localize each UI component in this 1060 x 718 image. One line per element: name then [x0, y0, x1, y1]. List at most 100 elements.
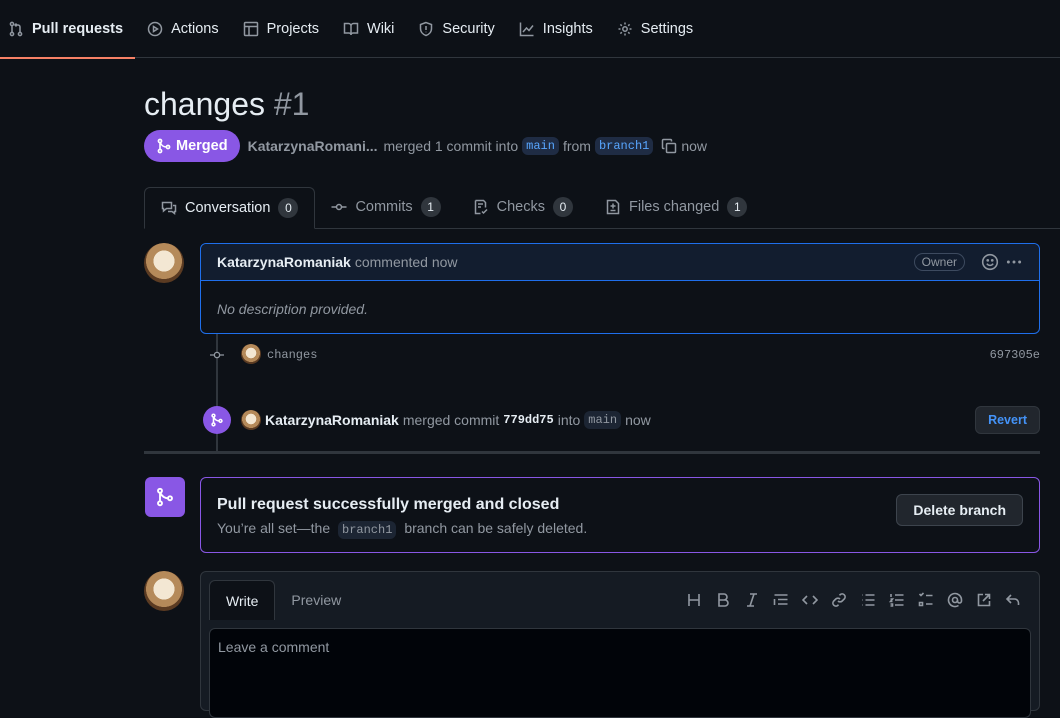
- nav-settings[interactable]: Settings: [617, 0, 705, 58]
- merge-target-branch[interactable]: main: [584, 411, 622, 429]
- tab-files-changed[interactable]: Files changed 1: [589, 186, 763, 228]
- pr-title: changes #1: [144, 86, 309, 123]
- nav-label: Insights: [542, 20, 593, 37]
- avatar[interactable]: [241, 344, 261, 364]
- tab-label: Commits: [355, 199, 413, 215]
- unordered-list-icon[interactable]: [858, 590, 878, 610]
- nav-actions[interactable]: Actions: [147, 0, 231, 58]
- checklist-icon: [474, 199, 488, 215]
- git-merge-icon: [203, 406, 231, 434]
- nav-label: Projects: [266, 20, 320, 37]
- tab-preview[interactable]: Preview: [275, 580, 357, 620]
- bold-icon[interactable]: [713, 590, 733, 610]
- play-icon: [147, 21, 163, 36]
- timeline-divider: [144, 451, 1040, 454]
- mention-icon[interactable]: [945, 590, 965, 610]
- git-commit-icon: [210, 351, 224, 359]
- commit-sha-link[interactable]: 697305e: [990, 348, 1040, 362]
- link-icon[interactable]: [829, 590, 849, 610]
- head-branch[interactable]: branch1: [594, 137, 654, 155]
- tab-counter: 0: [553, 197, 573, 217]
- pr-summary: merged 1 commit into: [383, 138, 519, 154]
- avatar[interactable]: [144, 571, 184, 611]
- gear-icon: [618, 22, 632, 35]
- tab-conversation[interactable]: Conversation 0: [144, 187, 316, 229]
- shield-icon: [420, 21, 433, 36]
- italic-icon[interactable]: [742, 590, 762, 610]
- git-merge-icon: [157, 138, 171, 154]
- heading-icon[interactable]: [684, 590, 704, 610]
- pr-meta: Merged KatarzynaRomani... merged 1 commi…: [144, 130, 707, 162]
- merge-sub-pre: You’re all set—the: [217, 520, 331, 536]
- graph-icon: [519, 22, 534, 36]
- pr-time: now: [681, 138, 708, 154]
- tab-checks[interactable]: Checks 0: [457, 186, 589, 228]
- git-pull-request-icon: [9, 21, 23, 36]
- pr-description-comment: KatarzynaRomaniak commented now Owner No…: [200, 243, 1040, 334]
- comment-body: No description provided.: [217, 301, 368, 317]
- nav-label: Wiki: [367, 20, 395, 37]
- tab-commits[interactable]: Commits 1: [315, 186, 456, 228]
- comment-discussion-icon: [161, 201, 177, 216]
- comment-editor: Write Preview Leave a comment: [200, 571, 1040, 718]
- tab-counter: 0: [278, 198, 299, 218]
- merged-branch[interactable]: branch1: [338, 521, 397, 539]
- nav-insights[interactable]: Insights: [519, 0, 605, 58]
- tab-label: Files changed: [629, 199, 720, 215]
- from-word: from: [562, 138, 591, 154]
- pr-number: #1: [273, 86, 310, 122]
- tab-counter: 1: [727, 197, 748, 217]
- table-icon: [243, 21, 258, 36]
- nav-security[interactable]: Security: [418, 0, 506, 58]
- merge-status-box: Pull request successfully merged and clo…: [200, 477, 1040, 553]
- avatar[interactable]: [241, 410, 261, 430]
- kebab-horizontal-icon[interactable]: [1005, 253, 1023, 271]
- nav-pull-requests[interactable]: Pull requests: [0, 0, 136, 59]
- copy-icon[interactable]: [661, 138, 677, 154]
- tasklist-icon[interactable]: [916, 590, 936, 610]
- delete-branch-button[interactable]: Delete branch: [896, 494, 1023, 526]
- merge-time: now: [625, 412, 651, 428]
- nav-wiki[interactable]: Wiki: [343, 0, 406, 58]
- state-label: Merged: [176, 138, 228, 154]
- avatar[interactable]: [144, 243, 184, 283]
- nav-label: Settings: [640, 20, 694, 37]
- quote-icon[interactable]: [771, 590, 791, 610]
- comment-author[interactable]: KatarzynaRomaniak: [217, 254, 351, 270]
- nav-label: Actions: [171, 20, 219, 37]
- pr-title-text: changes: [144, 86, 265, 122]
- comment-header: KatarzynaRomaniak commented now Owner: [201, 244, 1039, 281]
- merge-author-link[interactable]: KatarzynaRomaniak: [265, 412, 399, 428]
- comment-textarea[interactable]: Leave a comment: [209, 628, 1031, 718]
- reply-icon[interactable]: [1003, 590, 1023, 610]
- tab-label: Conversation: [185, 200, 271, 216]
- state-badge: Merged: [144, 130, 240, 162]
- merge-commit-sha[interactable]: 779dd75: [503, 413, 553, 427]
- ordered-list-icon[interactable]: [887, 590, 907, 610]
- repo-nav: Pull requests Actions Projects Wiki Secu…: [0, 0, 1060, 59]
- timeline-merge-event: KatarzynaRomaniak merged commit 779dd75 …: [203, 405, 1040, 435]
- markdown-toolbar: [675, 590, 1023, 610]
- editor-tabs: Write Preview: [209, 580, 357, 620]
- tab-label: Checks: [496, 199, 545, 215]
- merge-sub-post: branch can be safely deleted.: [404, 520, 588, 536]
- code-icon[interactable]: [800, 590, 820, 610]
- pr-tabs: Conversation 0 Commits 1 Checks 0 Files …: [144, 187, 1060, 229]
- tab-counter: 1: [420, 197, 441, 217]
- nav-projects[interactable]: Projects: [243, 0, 331, 58]
- git-commit-icon: [331, 203, 347, 211]
- merge-into: into: [557, 412, 581, 428]
- timeline-commit: changes 697305e: [210, 344, 1040, 366]
- merge-text: merged commit: [402, 412, 500, 428]
- pr-author-link[interactable]: KatarzynaRomani...: [248, 138, 378, 154]
- base-branch[interactable]: main: [522, 137, 559, 155]
- cross-reference-icon[interactable]: [974, 590, 994, 610]
- revert-button[interactable]: Revert: [975, 406, 1040, 434]
- tab-write[interactable]: Write: [209, 580, 276, 620]
- commit-message-link[interactable]: changes: [267, 348, 317, 362]
- book-icon: [343, 22, 359, 35]
- comment-time: commented now: [354, 254, 458, 270]
- nav-label: Security: [442, 20, 495, 37]
- file-diff-icon: [606, 199, 620, 215]
- smiley-icon[interactable]: [981, 253, 999, 271]
